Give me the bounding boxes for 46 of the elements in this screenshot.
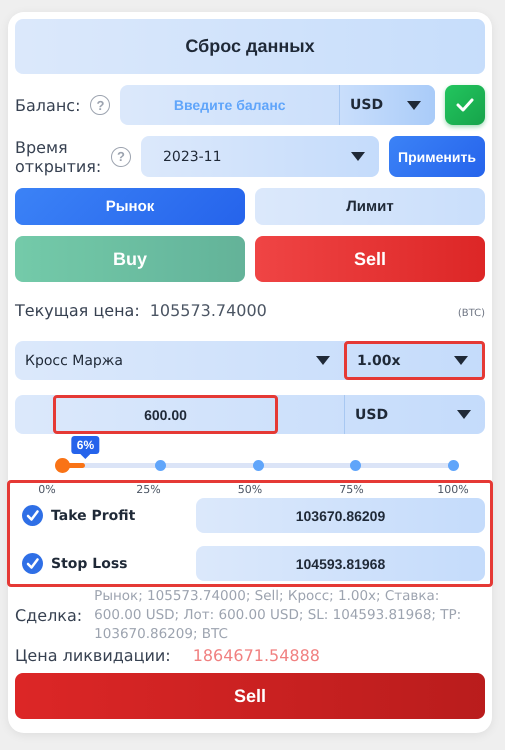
caret-icon [316, 356, 330, 365]
percent-tick-label: 75% [338, 483, 365, 496]
apply-button[interactable]: Применить [389, 136, 485, 177]
caret-icon [457, 410, 471, 419]
checkbox[interactable] [22, 505, 43, 526]
open-time-label: Время открытия: [15, 138, 101, 176]
checkbox[interactable] [22, 553, 43, 574]
slider-step-dot[interactable] [154, 460, 166, 471]
price-field[interactable]: 104593.81968 [196, 546, 485, 581]
sell-button[interactable]: Sell [255, 236, 485, 282]
liquidation-label: Цена ликвидации: [15, 646, 171, 665]
confirm-button[interactable] [445, 85, 485, 125]
balance-label: Баланс: [15, 96, 80, 114]
asset-label: (BTC) [458, 308, 485, 319]
liquidation-price: 1864671.54888 [192, 646, 320, 665]
caret-icon [407, 100, 421, 110]
percent-tick-label: 50% [236, 483, 264, 496]
deal-summary: Рынок; 105573.74000; Sell; Кросс; 1.00x; Ставка: 600.00 USD; Лот: 600.00 USD; SL: 104593.81968; TP: 103670.86209; BTC [94, 587, 462, 644]
order-type-tab[interactable]: Лимит [255, 188, 485, 225]
reset-button[interactable]: Сброс данных [15, 19, 485, 74]
slider-thumb[interactable] [55, 458, 70, 473]
currency-select[interactable]: USD [339, 85, 435, 125]
percent-tick-label: 100% [436, 483, 470, 496]
caret-icon [454, 356, 468, 365]
margin-mode-select[interactable]: Кросс Маржа [15, 341, 344, 380]
slider-track[interactable] [55, 458, 459, 473]
caret-icon [351, 152, 365, 161]
slider-step-dot[interactable] [448, 460, 459, 471]
protection-label: Take Profit [51, 508, 136, 524]
slider-step-dot[interactable] [252, 460, 264, 471]
amount-currency-select[interactable]: USD [344, 395, 485, 434]
percent-tick-label: 25% [135, 483, 162, 496]
month-select[interactable]: 2023-11 [141, 136, 379, 177]
price-field[interactable]: 103670.86209 [196, 498, 485, 533]
balance-field[interactable]: Введите баланс USD [120, 85, 435, 125]
slider-step-dot[interactable] [350, 460, 362, 471]
current-price-value: 105573.74000 [150, 301, 267, 320]
check-icon [456, 98, 474, 112]
sell-submit-button[interactable]: Sell [15, 673, 485, 719]
protection-label: Stop Loss [51, 556, 128, 572]
leverage-select[interactable]: 1.00x [344, 341, 485, 380]
percent-tick-label: 0% [37, 483, 57, 496]
order-type-tab[interactable]: Рынок [15, 188, 245, 225]
deal-label: Сделка: [15, 606, 82, 625]
amount-field[interactable]: 600.00 [53, 395, 278, 434]
current-price-label: Текущая цена: [15, 301, 140, 320]
